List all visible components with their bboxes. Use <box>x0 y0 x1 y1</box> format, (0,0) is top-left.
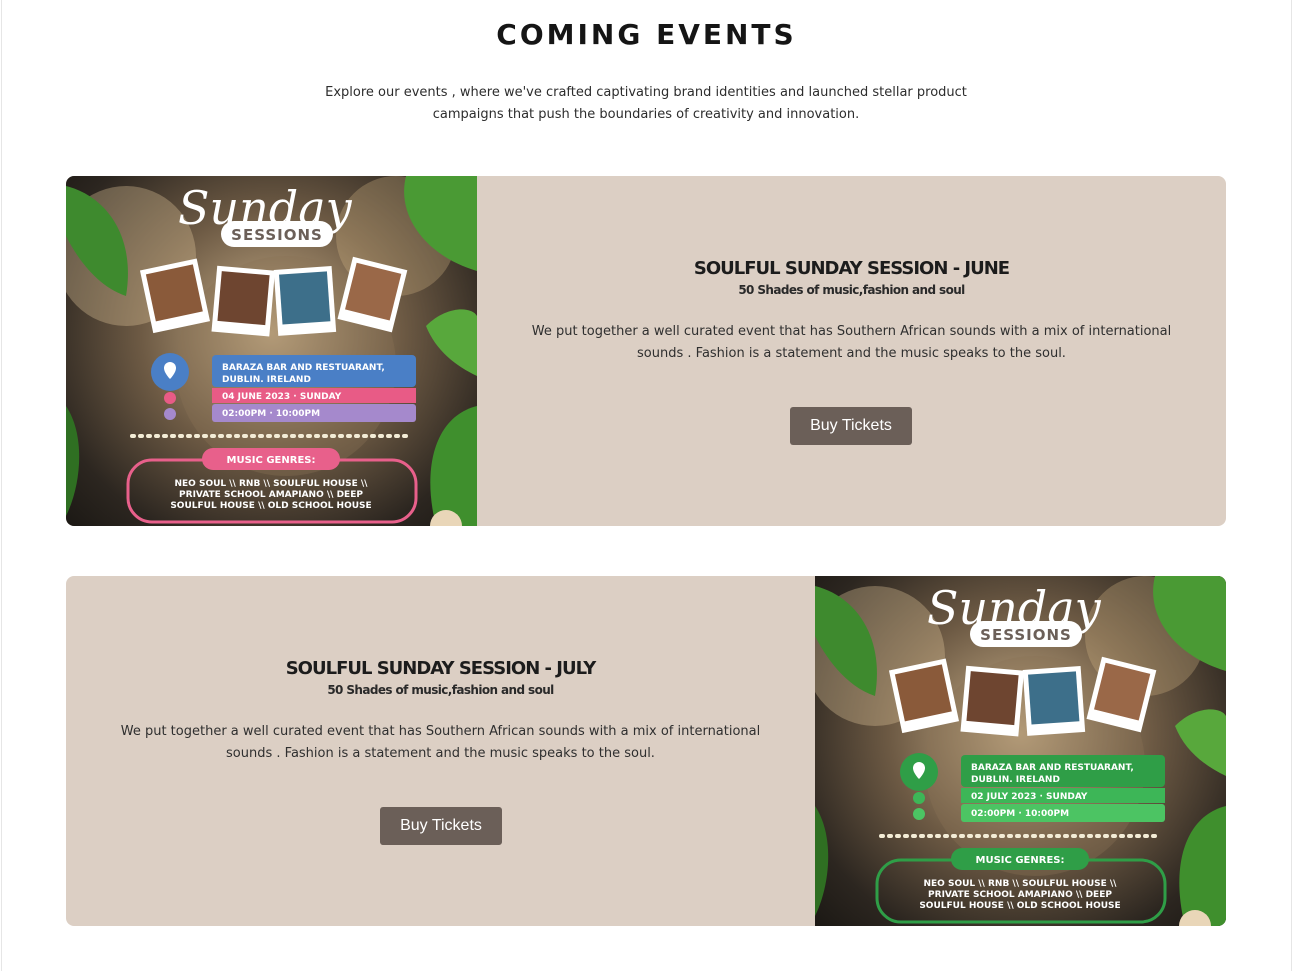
svg-text:04 JUNE 2023 · SUNDAY: 04 JUNE 2023 · SUNDAY <box>222 392 342 402</box>
svg-text:02 JULY 2023 · SUNDAY: 02 JULY 2023 · SUNDAY <box>971 792 1088 802</box>
svg-text:SESSIONS: SESSIONS <box>980 626 1072 644</box>
leaf-icon <box>426 309 477 376</box>
event-title: SOULFUL SUNDAY SESSION - JUNE <box>693 258 1010 279</box>
buy-tickets-button-july[interactable]: Buy Tickets <box>380 807 502 845</box>
event-subtitle: 50 Shades of music,fashion and soul <box>327 683 554 697</box>
event-poster-june[interactable]: Sunday SESSIONS BARAZA BAR AND RESTUARAN… <box>66 176 477 526</box>
event-card-june: Sunday SESSIONS BARAZA BAR AND RESTUARAN… <box>66 176 1226 526</box>
event-card-july: SOULFUL SUNDAY SESSION - JULY 50 Shades … <box>66 576 1226 926</box>
leaf-icon <box>1175 709 1226 776</box>
svg-text:02:00PM · 10:00PM: 02:00PM · 10:00PM <box>222 409 320 419</box>
svg-text:DUBLIN. IRELAND: DUBLIN. IRELAND <box>222 375 311 385</box>
event-info-june: SOULFUL SUNDAY SESSION - JUNE 50 Shades … <box>477 176 1226 526</box>
svg-text:NEO SOUL \\ RNB \\ SOULFUL HOU: NEO SOUL \\ RNB \\ SOULFUL HOUSE \\ <box>175 479 369 489</box>
event-title: SOULFUL SUNDAY SESSION - JULY <box>285 658 597 679</box>
svg-text:02:00PM · 10:00PM: 02:00PM · 10:00PM <box>971 809 1069 819</box>
svg-text:DUBLIN. IRELAND: DUBLIN. IRELAND <box>971 775 1060 785</box>
svg-text:SESSIONS: SESSIONS <box>231 226 323 244</box>
svg-text:BARAZA BAR AND RESTUARANT,: BARAZA BAR AND RESTUARANT, <box>222 363 385 373</box>
svg-text:BARAZA BAR AND RESTUARANT,: BARAZA BAR AND RESTUARANT, <box>971 763 1134 773</box>
svg-text:PRIVATE SCHOOL AMAPIANO \\ DEE: PRIVATE SCHOOL AMAPIANO \\ DEEP <box>928 890 1112 900</box>
svg-text:SOULFUL HOUSE \\ OLD SCHOOL HO: SOULFUL HOUSE \\ OLD SCHOOL HOUSE <box>170 501 371 511</box>
svg-text:MUSIC GENRES:: MUSIC GENRES: <box>976 855 1065 866</box>
svg-text:MUSIC GENRES:: MUSIC GENRES: <box>227 455 316 466</box>
poster-artwork: Sunday SESSIONS BARAZA BAR AND RESTUARAN… <box>815 576 1226 926</box>
leaf-icon <box>815 806 829 916</box>
event-poster-july[interactable]: Sunday SESSIONS BARAZA BAR AND RESTUARAN… <box>815 576 1226 926</box>
page-border-right <box>1291 0 1292 971</box>
event-description: We put together a well curated event tha… <box>531 324 1172 361</box>
section-title: COMING EVENTS <box>496 18 797 51</box>
svg-text:PRIVATE SCHOOL AMAPIANO \\ DEE: PRIVATE SCHOOL AMAPIANO \\ DEEP <box>179 490 363 500</box>
poster-artwork: Sunday SESSIONS BARAZA BAR AND RESTUARAN… <box>66 176 477 526</box>
svg-text:NEO SOUL \\ RNB \\ SOULFUL HOU: NEO SOUL \\ RNB \\ SOULFUL HOUSE \\ <box>924 879 1118 889</box>
event-description: We put together a well curated event tha… <box>120 724 761 761</box>
section-intro: Explore our events , where we've crafted… <box>325 85 967 122</box>
buy-tickets-button-june[interactable]: Buy Tickets <box>790 407 912 445</box>
svg-text:SOULFUL HOUSE \\ OLD SCHOOL HO: SOULFUL HOUSE \\ OLD SCHOOL HOUSE <box>919 901 1120 911</box>
leaf-icon <box>430 406 477 526</box>
event-info-july: SOULFUL SUNDAY SESSION - JULY 50 Shades … <box>66 576 815 926</box>
page-border-left <box>1 0 2 971</box>
event-subtitle: 50 Shades of music,fashion and soul <box>738 283 965 297</box>
leaf-icon <box>1179 806 1226 926</box>
leaf-icon <box>66 406 80 516</box>
